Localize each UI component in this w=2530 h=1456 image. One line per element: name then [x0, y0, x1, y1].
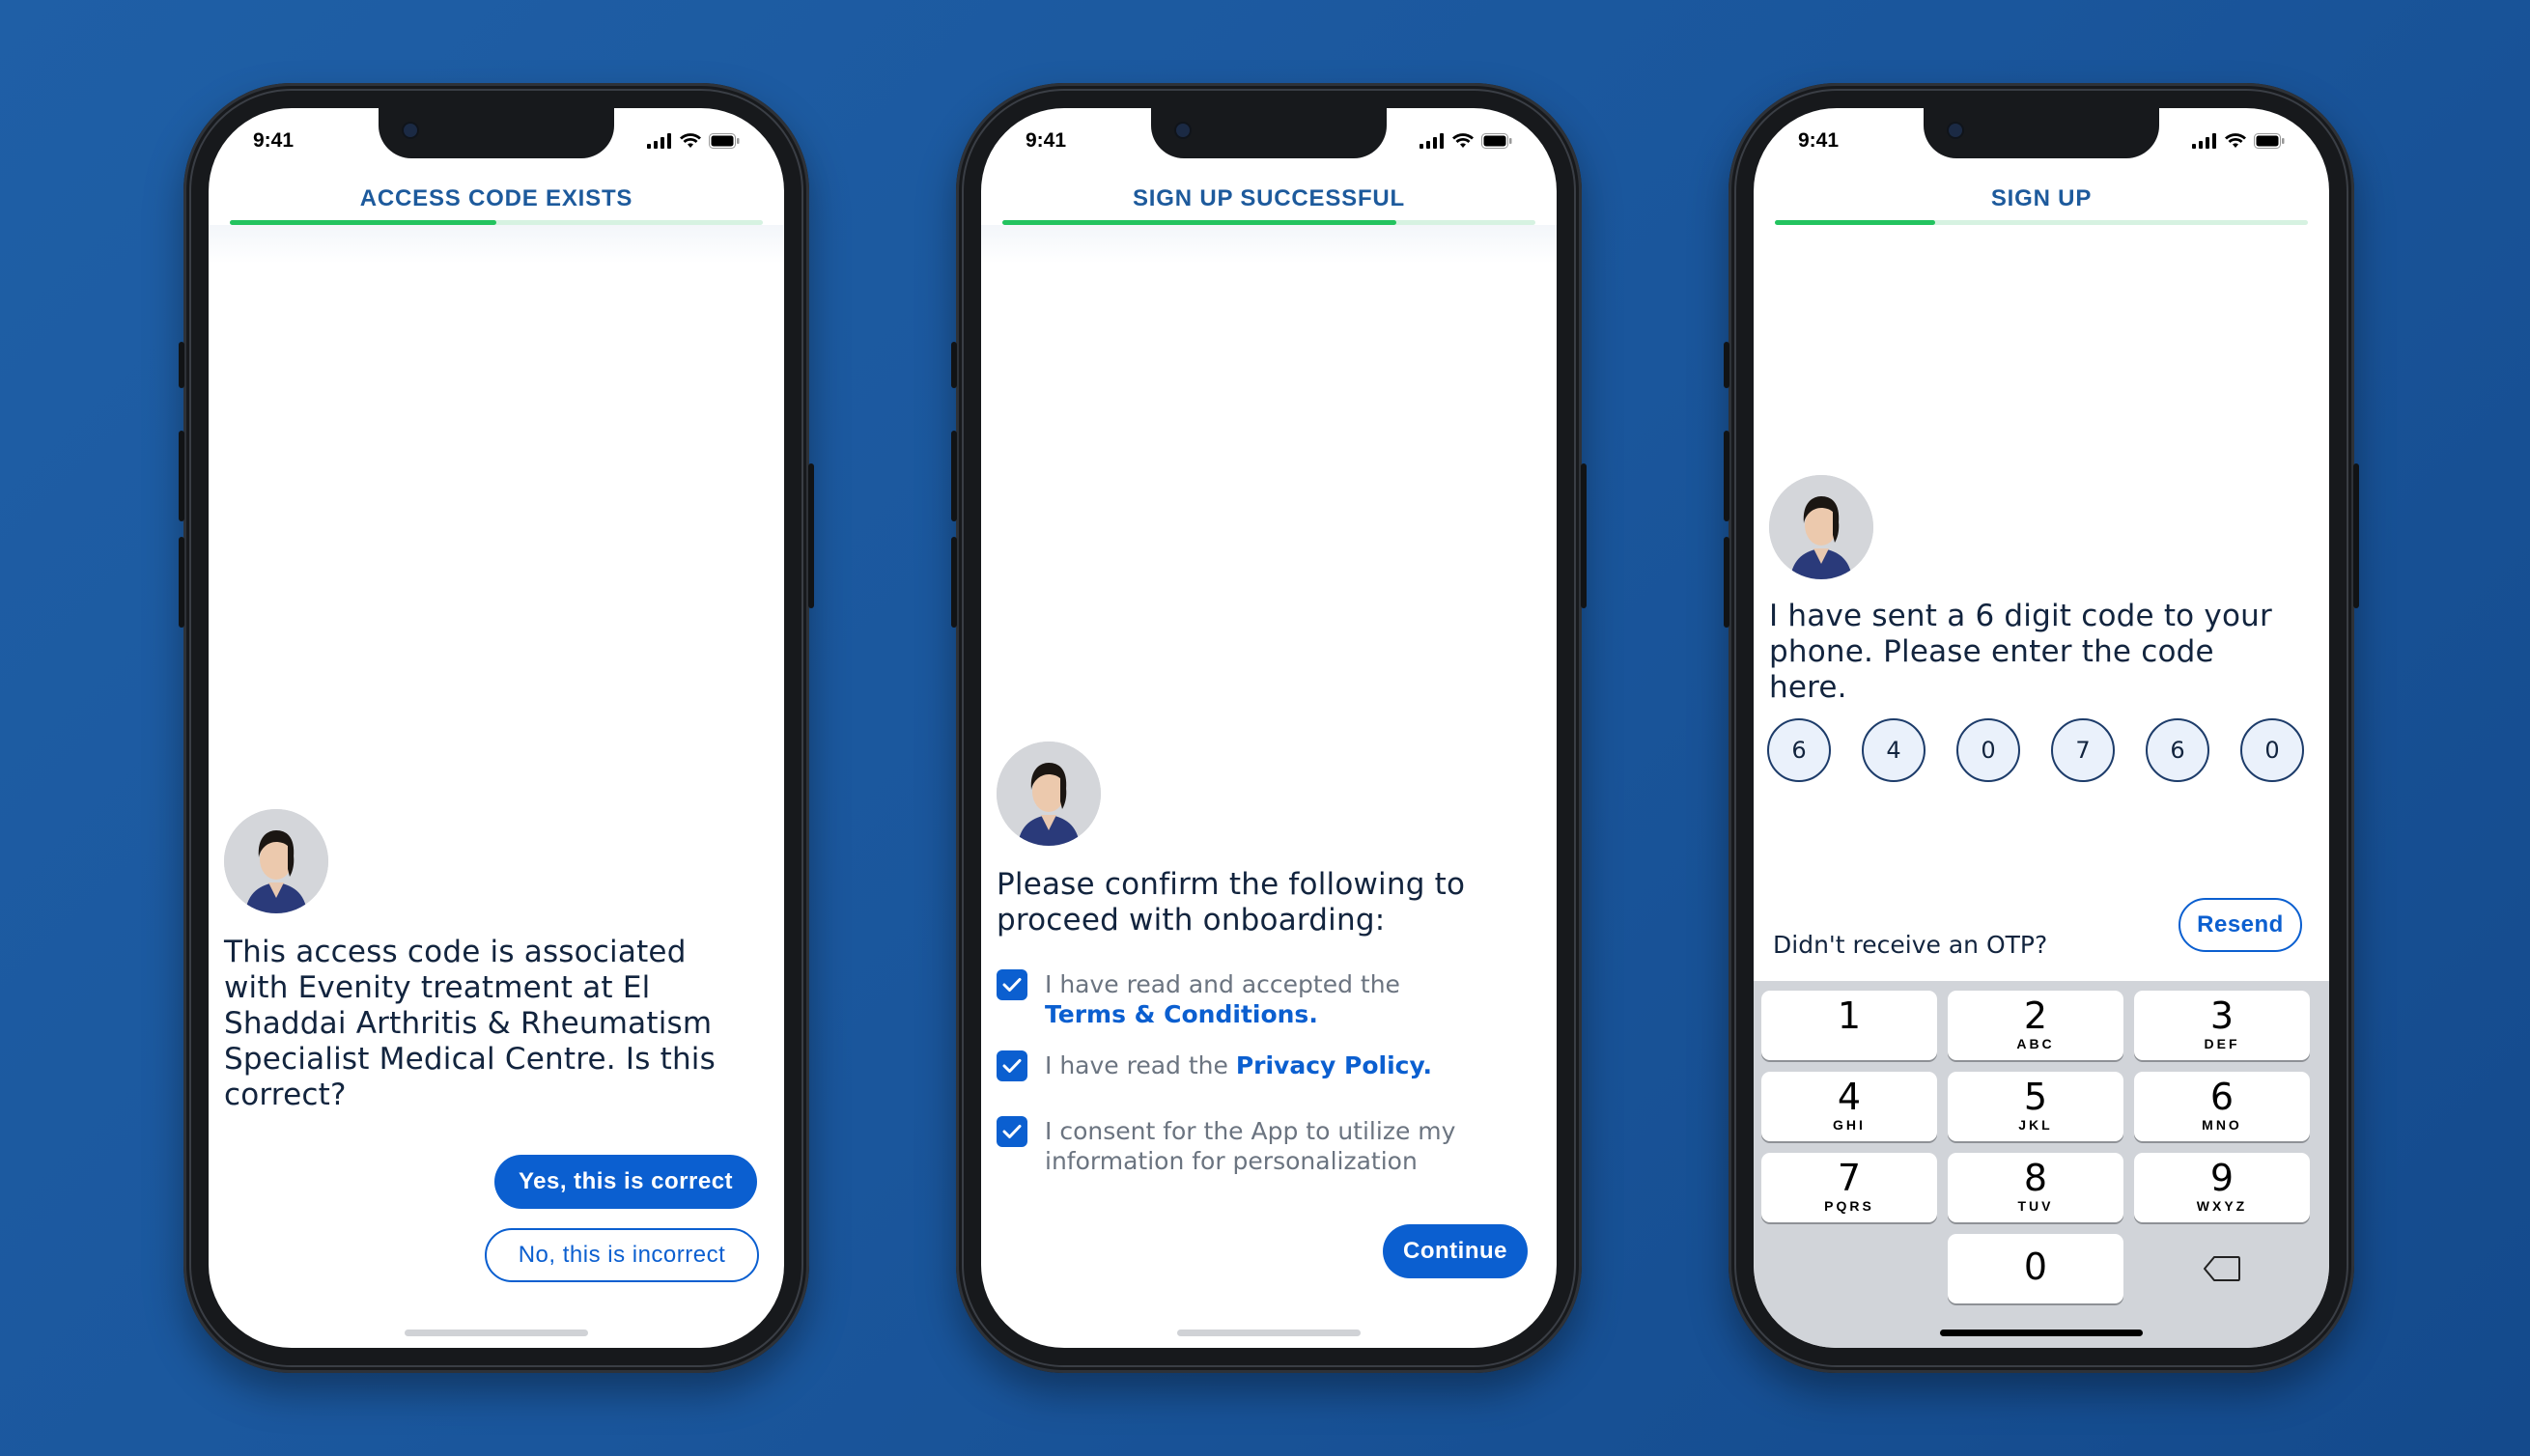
- key-2[interactable]: 2 ABC: [1948, 991, 2123, 1060]
- personalization-checkbox[interactable]: [997, 1116, 1027, 1147]
- otp-digit-3[interactable]: 0: [1956, 718, 2020, 782]
- status-icons: [647, 133, 740, 149]
- screen: 9:41 SIGN UP SUCCESSFUL Please confirm t…: [981, 108, 1557, 1348]
- backspace-icon: [2204, 1256, 2240, 1281]
- wifi-icon: [1452, 133, 1474, 148]
- status-icons: [2192, 133, 2285, 149]
- key-4[interactable]: 4 GHI: [1761, 1072, 1937, 1141]
- otp-digit-6[interactable]: 0: [2240, 718, 2304, 782]
- terms-link[interactable]: Terms & Conditions.: [1045, 1000, 1318, 1028]
- battery-icon: [1481, 133, 1512, 149]
- resend-prompt: Didn't receive an OTP?: [1773, 931, 2048, 959]
- screen: 9:41 SIGN UP I have sent a 6 digit code …: [1754, 108, 2329, 1348]
- otp-digit-2[interactable]: 4: [1862, 718, 1926, 782]
- key-8[interactable]: 8 TUV: [1948, 1153, 2123, 1222]
- status-time: 9:41: [1798, 129, 1840, 152]
- key-9[interactable]: 9 WXYZ: [2134, 1153, 2310, 1222]
- privacy-link[interactable]: Privacy Policy.: [1236, 1051, 1432, 1079]
- assistant-message: This access code is associated with Even…: [224, 935, 716, 1112]
- terms-text: I have read and accepted the Terms & Con…: [1045, 970, 1400, 1028]
- screen: 9:41 ACCESS CODE EXISTS This access code…: [209, 108, 784, 1348]
- consent-terms-row[interactable]: I have read and accepted the Terms & Con…: [997, 969, 1528, 1029]
- resend-button[interactable]: Resend: [2179, 898, 2302, 952]
- otp-digit-1[interactable]: 6: [1767, 718, 1831, 782]
- otp-digit-4[interactable]: 7: [2051, 718, 2115, 782]
- assistant-avatar: [224, 809, 328, 913]
- notch: [379, 108, 614, 158]
- assistant-message: Please confirm the following to proceed …: [997, 867, 1466, 938]
- privacy-checkbox[interactable]: [997, 1050, 1027, 1081]
- signal-icon: [647, 133, 671, 149]
- page-title: SIGN UP SUCCESSFUL: [1133, 185, 1405, 211]
- key-7[interactable]: 7 PQRS: [1761, 1153, 1937, 1222]
- privacy-text: I have read the Privacy Policy.: [1045, 1051, 1432, 1079]
- home-indicator[interactable]: [1177, 1330, 1361, 1336]
- status-icons: [1420, 133, 1512, 149]
- wifi-icon: [680, 133, 701, 148]
- notch: [1151, 108, 1387, 158]
- home-indicator[interactable]: [405, 1330, 588, 1336]
- status-time: 9:41: [253, 129, 295, 152]
- progress-bar: [1775, 220, 2308, 225]
- continue-button[interactable]: Continue: [1383, 1224, 1528, 1278]
- phone-sign-up-successful: 9:41 SIGN UP SUCCESSFUL Please confirm t…: [951, 83, 1587, 1373]
- key-3[interactable]: 3 DEF: [2134, 991, 2310, 1060]
- key-1[interactable]: 1: [1761, 991, 1937, 1060]
- numeric-keypad: 1 2 ABC 3 DEF 4 GHI 5 JKL 6 MNO 7 PQRS 8 TUV 9W…: [1754, 981, 2329, 1348]
- battery-icon: [709, 133, 740, 149]
- battery-icon: [2254, 133, 2285, 149]
- signal-icon: [2192, 133, 2216, 149]
- assistant-avatar: [997, 742, 1101, 846]
- terms-checkbox[interactable]: [997, 969, 1027, 1000]
- phone-access-code: 9:41 ACCESS CODE EXISTS This access code…: [179, 83, 814, 1373]
- status-time: 9:41: [1026, 129, 1067, 152]
- key-5[interactable]: 5 JKL: [1948, 1072, 2123, 1141]
- checkmark-icon: [1002, 1059, 1022, 1073]
- home-indicator[interactable]: [1940, 1330, 2143, 1336]
- notch: [1924, 108, 2159, 158]
- yes-correct-button[interactable]: Yes, this is correct: [494, 1155, 757, 1209]
- checkmark-icon: [1002, 1125, 1022, 1138]
- key-6[interactable]: 6 MNO: [2134, 1072, 2310, 1141]
- phone-sign-up-otp: 9:41 SIGN UP I have sent a 6 digit code …: [1724, 83, 2359, 1373]
- consent-personalization-row[interactable]: I consent for the App to utilize my info…: [997, 1116, 1528, 1176]
- page-title: SIGN UP: [1990, 185, 2093, 211]
- wifi-icon: [2225, 133, 2246, 148]
- no-incorrect-button[interactable]: No, this is incorrect: [485, 1228, 759, 1282]
- progress-fill: [1775, 220, 1935, 225]
- assistant-avatar: [1769, 475, 1873, 579]
- personalization-text: I consent for the App to utilize my info…: [1045, 1117, 1456, 1175]
- otp-digit-5[interactable]: 6: [2146, 718, 2209, 782]
- signal-icon: [1420, 133, 1444, 149]
- assistant-message: I have sent a 6 digit code to your phone…: [1769, 599, 2272, 705]
- backspace-key[interactable]: [2163, 1247, 2281, 1290]
- consent-privacy-row[interactable]: I have read the Privacy Policy.: [997, 1050, 1528, 1081]
- checkmark-icon: [1002, 978, 1022, 992]
- page-title: ACCESS CODE EXISTS: [359, 185, 633, 211]
- key-0[interactable]: 0: [1948, 1234, 2123, 1303]
